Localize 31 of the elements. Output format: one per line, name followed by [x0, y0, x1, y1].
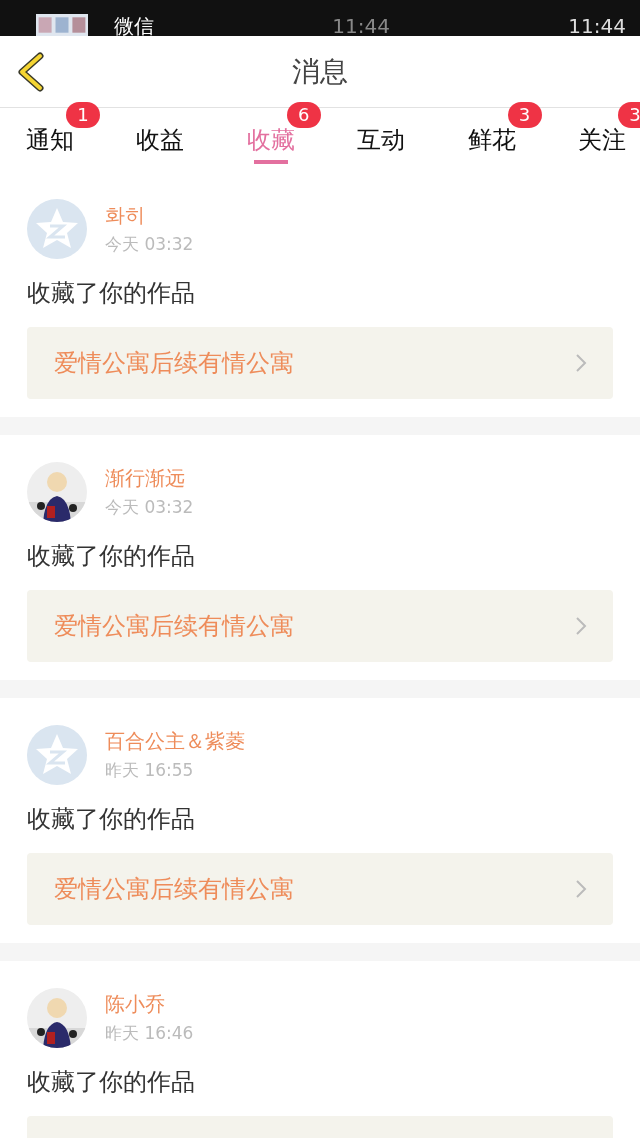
notification-app-name: 微信	[114, 16, 154, 36]
message-time: 今天 03:32	[105, 233, 194, 256]
work-link[interactable]: 爱情公寓后续有情公寓	[27, 327, 613, 399]
count-badge: 3	[507, 102, 542, 128]
message-time: 昨天 16:46	[105, 1022, 194, 1045]
status-clock: 11:44	[332, 16, 390, 36]
work-link[interactable]: 爱情公寓后续有情公寓	[27, 853, 613, 925]
user-name[interactable]: 渐行渐远	[105, 465, 194, 492]
count-badge: 1	[66, 102, 100, 128]
notification-time: 11:44	[568, 16, 626, 36]
chevron-icon	[575, 353, 587, 373]
page-title: 消息	[292, 53, 348, 90]
count-badge: 6	[286, 102, 321, 128]
user-name[interactable]: 화히	[105, 202, 194, 229]
work-link[interactable]: 爱情公寓后续有情公寓	[27, 590, 613, 662]
message-text: 收藏了你的作品	[27, 278, 196, 309]
tab[interactable]: 互动	[357, 108, 406, 172]
message-text: 收藏了你的作品	[27, 1067, 196, 1098]
chevron-icon	[575, 616, 587, 636]
user-name[interactable]: 百合公主＆紫菱	[105, 728, 245, 755]
message-time: 今天 03:32	[105, 496, 194, 519]
message-time: 昨天 16:55	[105, 759, 195, 782]
user-name[interactable]: 陈小乔	[105, 991, 194, 1018]
tab[interactable]: 收益	[136, 108, 185, 172]
message-text: 收藏了你的作品	[27, 541, 196, 572]
back-icon[interactable]	[16, 52, 46, 92]
default-avatar-icon	[27, 725, 87, 785]
count-badge: 3	[617, 102, 640, 128]
chevron-icon	[575, 879, 587, 899]
default-avatar-icon	[27, 199, 87, 259]
message-text: 收藏了你的作品	[27, 804, 196, 835]
